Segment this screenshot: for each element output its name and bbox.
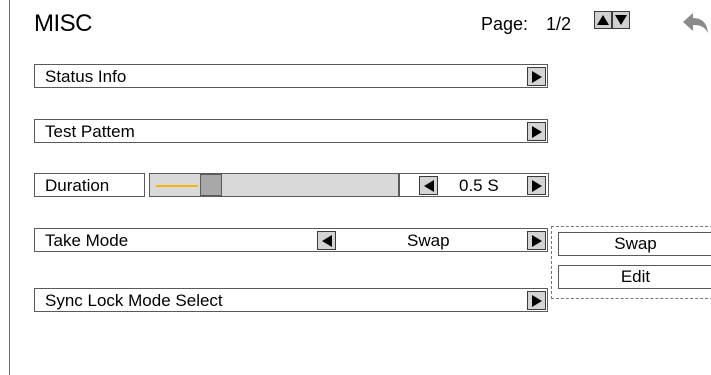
- take-mode-row[interactable]: Take Mode: [34, 228, 548, 252]
- duration-increment-button[interactable]: [527, 176, 546, 195]
- status-info-label: Status Info: [45, 67, 127, 86]
- triangle-left-icon: [321, 234, 332, 247]
- page-title: MISC: [34, 10, 93, 37]
- page-number: 1/2: [546, 14, 572, 34]
- duration-slider-fill: [156, 185, 198, 187]
- back-arrow-icon: [683, 13, 708, 33]
- triangle-right-icon: [531, 179, 542, 192]
- dropdown-option-edit[interactable]: Edit: [558, 265, 711, 289]
- test-pattern-arrow-button[interactable]: [527, 122, 546, 141]
- take-mode-decrement-button[interactable]: [317, 231, 336, 250]
- page-label: Page:: [481, 14, 529, 34]
- sync-lock-label: Sync Lock Mode Select: [45, 291, 223, 310]
- triangle-right-icon: [531, 294, 542, 307]
- test-pattern-label: Test Pattem: [45, 122, 135, 141]
- sync-lock-arrow-button[interactable]: [527, 291, 546, 310]
- test-pattern-row[interactable]: Test Pattem: [34, 119, 548, 143]
- triangle-up-icon: [597, 15, 609, 25]
- duration-slider-thumb[interactable]: [200, 174, 222, 196]
- duration-row: Duration: [34, 173, 145, 197]
- page-down-button[interactable]: [612, 11, 630, 29]
- triangle-right-icon: [531, 125, 542, 138]
- sync-lock-row[interactable]: Sync Lock Mode Select: [34, 288, 548, 312]
- duration-label: Duration: [45, 176, 110, 195]
- triangle-right-icon: [531, 70, 542, 83]
- triangle-right-icon: [531, 234, 542, 247]
- take-mode-value: Swap: [407, 231, 450, 250]
- take-mode-label: Take Mode: [45, 231, 129, 250]
- status-info-arrow-button[interactable]: [527, 67, 546, 86]
- duration-value: 0.5 S: [459, 176, 499, 195]
- take-mode-increment-button[interactable]: [527, 231, 546, 250]
- triangle-down-icon: [615, 15, 627, 25]
- page-up-button[interactable]: [594, 11, 612, 29]
- status-info-row[interactable]: Status Info: [34, 64, 548, 88]
- dropdown-option-swap[interactable]: Swap: [558, 232, 711, 256]
- duration-decrement-button[interactable]: [419, 176, 438, 195]
- duration-slider-track[interactable]: [149, 173, 399, 197]
- triangle-left-icon: [423, 179, 434, 192]
- back-button[interactable]: [680, 10, 710, 36]
